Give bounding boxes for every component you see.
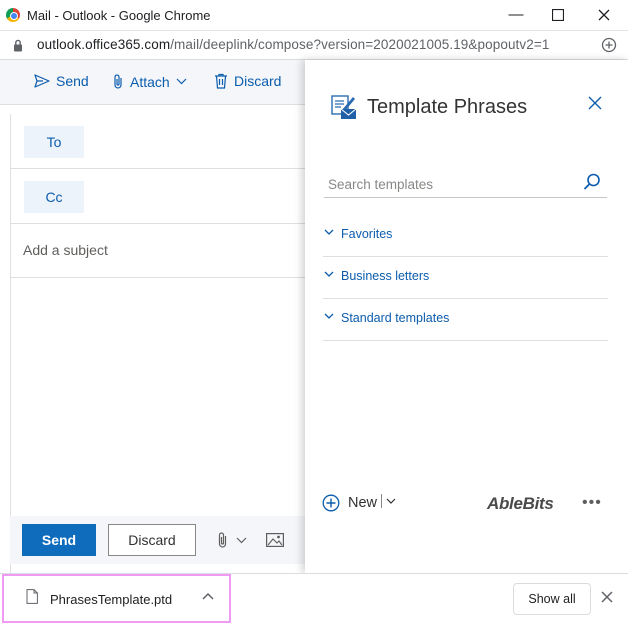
trash-icon	[215, 73, 227, 89]
divider	[11, 223, 311, 224]
toolbar-send-label: Send	[56, 73, 89, 89]
new-label: New	[348, 495, 378, 511]
image-icon[interactable]	[266, 533, 284, 547]
category-label: Standard templates	[341, 311, 450, 325]
toolbar-attach-button[interactable]: Attach	[112, 73, 187, 90]
close-pane-icon[interactable]	[588, 96, 602, 110]
send-icon	[34, 74, 50, 88]
divider	[11, 168, 311, 169]
send-button[interactable]: Send	[22, 524, 96, 556]
url-path: /mail/deeplink/compose?version=202002100…	[170, 37, 550, 52]
download-file-name: PhrasesTemplate.ptd	[50, 592, 173, 607]
search-templates-input[interactable]: Search templates	[324, 170, 607, 198]
window-title: Mail - Outlook - Google Chrome	[27, 8, 211, 23]
chevron-down-icon	[176, 78, 187, 85]
search-icon[interactable]	[583, 173, 601, 191]
chrome-logo-icon	[6, 8, 20, 22]
template-phrases-logo-icon	[331, 95, 357, 119]
toolbar-discard-label: Discard	[234, 73, 282, 89]
minimize-button[interactable]: —	[506, 5, 526, 25]
divider	[11, 277, 311, 278]
pane-footer: New AbleBits •••	[305, 484, 628, 526]
pane-title: Template Phrases	[367, 96, 528, 118]
subject-input[interactable]: Add a subject	[23, 242, 108, 258]
category-business-letters[interactable]: Business letters	[323, 257, 608, 299]
new-dropdown-button[interactable]	[381, 494, 396, 508]
address-bar[interactable]: outlook.office365.com/mail/deeplink/comp…	[0, 31, 628, 60]
close-icon[interactable]	[601, 591, 613, 603]
download-item[interactable]: PhrasesTemplate.ptd	[2, 574, 231, 623]
chevron-down-icon	[324, 271, 334, 277]
template-phrases-pane: Template Phrases Search templates Favori…	[305, 60, 628, 573]
category-standard-templates[interactable]: Standard templates	[323, 299, 608, 341]
toolbar-send-button[interactable]: Send	[34, 73, 89, 89]
title-bar: Mail - Outlook - Google Chrome —	[0, 0, 628, 31]
more-options-button[interactable]: •••	[582, 494, 602, 512]
maximize-icon	[551, 8, 565, 22]
show-all-button[interactable]: Show all	[513, 583, 591, 615]
cc-button[interactable]: Cc	[24, 181, 84, 213]
chevron-down-icon	[386, 498, 396, 504]
ablebits-logo: AbleBits	[487, 494, 554, 513]
url-text[interactable]: outlook.office365.com/mail/deeplink/comp…	[37, 37, 549, 52]
chevron-up-icon[interactable]	[202, 592, 214, 600]
plus-circle-icon	[322, 494, 340, 512]
discard-button[interactable]: Discard	[108, 524, 196, 556]
split-divider	[381, 494, 382, 508]
toolbar-attach-label: Attach	[130, 73, 170, 90]
file-icon	[26, 589, 38, 604]
new-template-button[interactable]: New	[322, 494, 377, 512]
close-window-button[interactable]	[594, 5, 614, 25]
chevron-down-icon	[324, 313, 334, 319]
category-favorites[interactable]: Favorites	[323, 215, 608, 257]
compose-form: To Cc Add a subject	[10, 114, 311, 574]
extension-plus-icon[interactable]	[601, 37, 617, 53]
chevron-down-icon[interactable]	[236, 537, 247, 544]
paperclip-icon	[114, 74, 122, 89]
to-button[interactable]: To	[24, 126, 84, 158]
category-label: Business letters	[341, 269, 430, 283]
attach-icon[interactable]	[217, 531, 228, 549]
category-label: Favorites	[341, 227, 393, 241]
close-icon	[598, 9, 610, 21]
compose-bottom-bar: Send Discard	[10, 516, 310, 564]
url-host: outlook.office365.com	[37, 37, 171, 52]
search-placeholder: Search templates	[328, 177, 434, 192]
lock-icon	[14, 39, 22, 52]
maximize-button[interactable]	[548, 5, 568, 25]
chevron-down-icon	[324, 229, 334, 235]
downloads-bar: PhrasesTemplate.ptd Show all	[0, 573, 628, 623]
toolbar-discard-button[interactable]: Discard	[214, 73, 281, 89]
